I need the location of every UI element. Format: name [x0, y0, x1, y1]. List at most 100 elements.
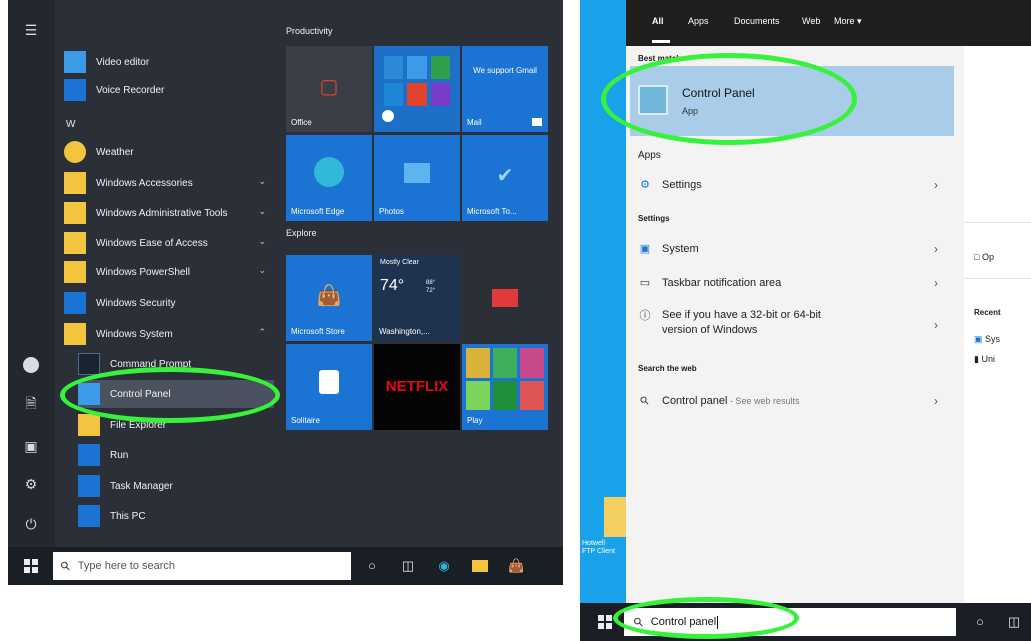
settings-heading: Settings [638, 214, 670, 223]
info-icon: ⓘ [639, 310, 651, 322]
open-action[interactable]: □ Op [974, 252, 994, 262]
chevron-down-icon: ▾ [857, 16, 862, 26]
desktop-icon-label[interactable]: Hotwell FTP Client [582, 540, 626, 556]
edge-icon[interactable]: ◉ [436, 559, 452, 573]
group-title-explore: Explore [286, 228, 317, 238]
hamburger-icon[interactable]: ☰ [21, 20, 41, 40]
app-item-video-editor[interactable]: Video editor [64, 48, 274, 76]
settings-icon[interactable]: ⚙ [21, 474, 41, 494]
app-item-task-manager[interactable]: Task Manager [78, 472, 274, 500]
scope-more[interactable]: More ▾ [834, 16, 862, 27]
news-icon [492, 289, 518, 307]
app-item-windows-system[interactable]: Windows System ⌃ [64, 320, 274, 348]
taskbar-left: ⚲ Type here to search ○ ◫ ◉ 👜 [8, 547, 563, 585]
command-prompt-icon [78, 353, 100, 375]
result-web-control-panel[interactable]: ⚲ Control panel - See web results › [630, 388, 954, 416]
tile-office[interactable]: ▢ Office [286, 46, 372, 132]
pictures-icon[interactable]: ▣ [21, 436, 41, 456]
app-item-windows-admin-tools[interactable]: Windows Administrative Tools ⌄ [64, 199, 274, 227]
solitaire-icon [319, 370, 339, 394]
result-settings[interactable]: ⚙ Settings › [630, 172, 954, 200]
file-explorer-icon [78, 414, 100, 436]
task-manager-icon [78, 475, 100, 497]
task-view-icon[interactable]: ◫ [1006, 615, 1022, 629]
highlight-ellipse-control-panel-start [60, 367, 280, 423]
uninstall-icon: ▮ [974, 354, 979, 364]
folder-icon [64, 261, 86, 283]
scope-apps[interactable]: Apps [688, 16, 709, 26]
chevron-right-icon[interactable]: › [934, 394, 938, 408]
power-icon[interactable]: ⏻ [21, 514, 41, 534]
tile-photos[interactable]: Photos [374, 135, 460, 221]
desktop-folder-icon[interactable] [604, 497, 626, 537]
scope-active-indicator [652, 40, 670, 43]
tile-edge[interactable]: Microsoft Edge [286, 135, 372, 221]
recent-item-uninstall[interactable]: ▮ Uni [974, 354, 995, 365]
mail-icon [532, 118, 542, 126]
documents-icon[interactable]: 🗎 [21, 393, 41, 413]
chevron-down-icon: ⌄ [258, 265, 266, 275]
mail-promo-text: We support Gmail [473, 66, 537, 75]
tile-todo[interactable]: ✔ Microsoft To... [462, 135, 548, 221]
this-pc-icon [78, 505, 100, 527]
monitor-icon: ▣ [639, 243, 651, 255]
app-item-weather[interactable]: Weather [64, 138, 274, 166]
chevron-right-icon[interactable]: › [934, 318, 938, 332]
cortana-icon[interactable]: ○ [364, 559, 380, 573]
app-cluster-icons [384, 56, 450, 106]
windows-start-icon[interactable] [598, 615, 612, 629]
office-icon: ▢ [319, 76, 339, 98]
run-icon [78, 444, 100, 466]
shield-icon [64, 292, 86, 314]
windows-start-icon[interactable] [24, 559, 38, 573]
edge-icon [314, 157, 344, 187]
search-placeholder: Type here to search [77, 560, 176, 572]
search-icon: ⚲ [57, 557, 74, 575]
chevron-down-icon: ⌄ [258, 206, 266, 216]
skype-icon [382, 110, 394, 122]
tile-app-cluster[interactable] [374, 46, 460, 132]
user-avatar-icon[interactable] [23, 357, 39, 373]
file-explorer-icon[interactable] [472, 560, 488, 572]
scope-all[interactable]: All [652, 16, 664, 26]
photos-icon [404, 163, 430, 183]
result-taskbar-notification-area[interactable]: ▭ Taskbar notification area › [630, 270, 954, 298]
app-item-this-pc[interactable]: This PC [78, 502, 274, 530]
divider [964, 278, 1031, 279]
chevron-right-icon[interactable]: › [934, 178, 938, 192]
app-item-windows-accessories[interactable]: Windows Accessories ⌄ [64, 169, 274, 197]
checkmark-icon: ✔ [496, 165, 514, 187]
tile-solitaire[interactable]: Solitaire [286, 344, 372, 430]
app-item-windows-ease-of-access[interactable]: Windows Ease of Access ⌄ [64, 229, 274, 257]
app-item-run[interactable]: Run [78, 441, 274, 469]
tile-weather[interactable]: Mostly Clear 74° 88° 72° Washington,... [374, 255, 460, 341]
group-title-productivity: Productivity [286, 26, 333, 36]
folder-icon [64, 172, 86, 194]
store-icon[interactable]: 👜 [508, 559, 524, 573]
chevron-right-icon[interactable]: › [934, 276, 938, 290]
store-bag-icon: 👜 [316, 285, 342, 307]
tile-mail[interactable]: We support Gmail Mail [462, 46, 548, 132]
tile-store[interactable]: 👜 Microsoft Store [286, 255, 372, 341]
tile-play[interactable]: Play [462, 344, 548, 430]
taskbar-icon: ▭ [639, 277, 651, 289]
app-item-windows-security[interactable]: Windows Security [64, 289, 274, 317]
folder-icon [64, 323, 86, 345]
result-system[interactable]: ▣ System › [630, 236, 954, 264]
result-32-or-64-bit[interactable]: ⓘ See if you have a 32-bit or 64-bit vers… [630, 308, 954, 344]
app-item-windows-powershell[interactable]: Windows PowerShell ⌄ [64, 258, 274, 286]
cortana-icon[interactable]: ○ [972, 615, 988, 629]
letter-header-w[interactable]: W [66, 119, 75, 130]
chevron-down-icon: ⌄ [258, 176, 266, 186]
preview-pane: □ Op Recent ▣ Sys ▮ Uni [964, 46, 1031, 603]
scope-web[interactable]: Web [802, 16, 820, 26]
app-item-voice-recorder[interactable]: Voice Recorder [64, 76, 274, 104]
folder-icon [64, 232, 86, 254]
scope-documents[interactable]: Documents [734, 16, 780, 26]
taskbar-search-box[interactable]: ⚲ Type here to search [53, 552, 351, 580]
tile-news[interactable] [462, 255, 548, 341]
tile-netflix[interactable]: NETFLIX [374, 344, 460, 430]
recent-item-system[interactable]: ▣ Sys [974, 334, 1000, 345]
chevron-right-icon[interactable]: › [934, 242, 938, 256]
task-view-icon[interactable]: ◫ [400, 559, 416, 573]
